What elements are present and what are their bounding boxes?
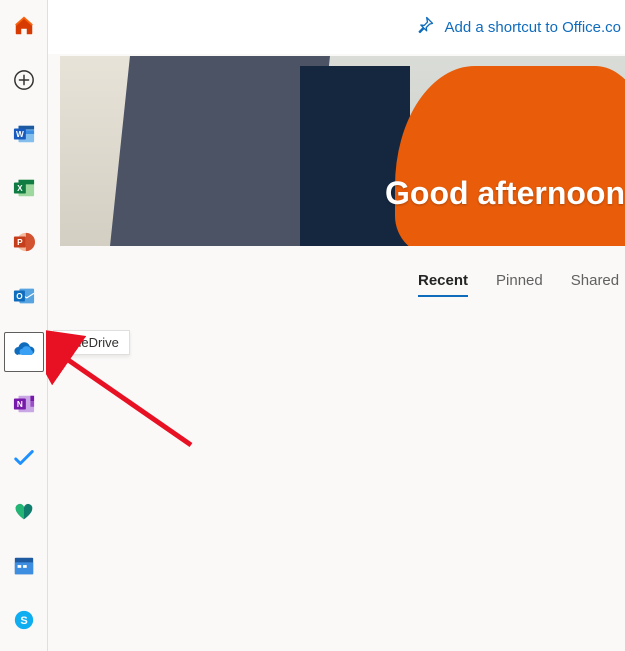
sidebar-item-onenote[interactable]: N — [4, 386, 44, 426]
todo-icon — [13, 447, 35, 474]
skype-icon: S — [13, 609, 35, 636]
sidebar-item-excel[interactable]: X — [4, 170, 44, 210]
svg-text:O: O — [16, 292, 23, 301]
document-tabs: Recent Pinned Shared — [418, 272, 619, 297]
pin-icon — [415, 15, 435, 39]
outlook-icon: O — [13, 285, 35, 312]
sidebar-item-word[interactable]: W — [4, 116, 44, 156]
app-sidebar: W X P O N — [0, 0, 48, 651]
home-icon — [13, 15, 35, 42]
hero-banner: Good afternoon — [60, 56, 625, 246]
tab-shared[interactable]: Shared — [571, 272, 619, 297]
sidebar-item-home[interactable] — [4, 8, 44, 48]
sidebar-item-family[interactable] — [4, 494, 44, 534]
sidebar-item-calendar[interactable] — [4, 548, 44, 588]
powerpoint-icon: P — [13, 231, 35, 258]
greeting-text: Good afternoon — [385, 175, 625, 212]
svg-text:W: W — [15, 130, 23, 139]
top-bar: Add a shortcut to Office.co — [48, 0, 625, 54]
sidebar-item-outlook[interactable]: O — [4, 278, 44, 318]
sidebar-item-onedrive[interactable] — [4, 332, 44, 372]
sidebar-item-skype[interactable]: S — [4, 602, 44, 642]
hero-art — [110, 56, 330, 246]
tab-recent[interactable]: Recent — [418, 272, 468, 297]
tab-pinned[interactable]: Pinned — [496, 272, 543, 297]
hero-art — [395, 66, 625, 246]
plus-circle-icon — [13, 69, 35, 96]
onenote-icon: N — [13, 393, 35, 420]
calendar-icon — [13, 555, 35, 582]
add-shortcut-label: Add a shortcut to Office.co — [445, 19, 621, 36]
svg-text:S: S — [20, 615, 27, 627]
svg-text:N: N — [16, 400, 22, 409]
sidebar-item-powerpoint[interactable]: P — [4, 224, 44, 264]
add-shortcut-link[interactable]: Add a shortcut to Office.co — [415, 15, 621, 39]
word-icon: W — [13, 123, 35, 150]
sidebar-item-todo[interactable] — [4, 440, 44, 480]
svg-text:P: P — [17, 238, 23, 247]
excel-icon: X — [13, 177, 35, 204]
heart-icon — [13, 501, 35, 528]
svg-text:X: X — [17, 184, 23, 193]
sidebar-item-create[interactable] — [4, 62, 44, 102]
onedrive-tooltip: OneDrive — [53, 330, 130, 355]
hero-art — [300, 66, 410, 246]
onedrive-icon — [12, 338, 36, 367]
